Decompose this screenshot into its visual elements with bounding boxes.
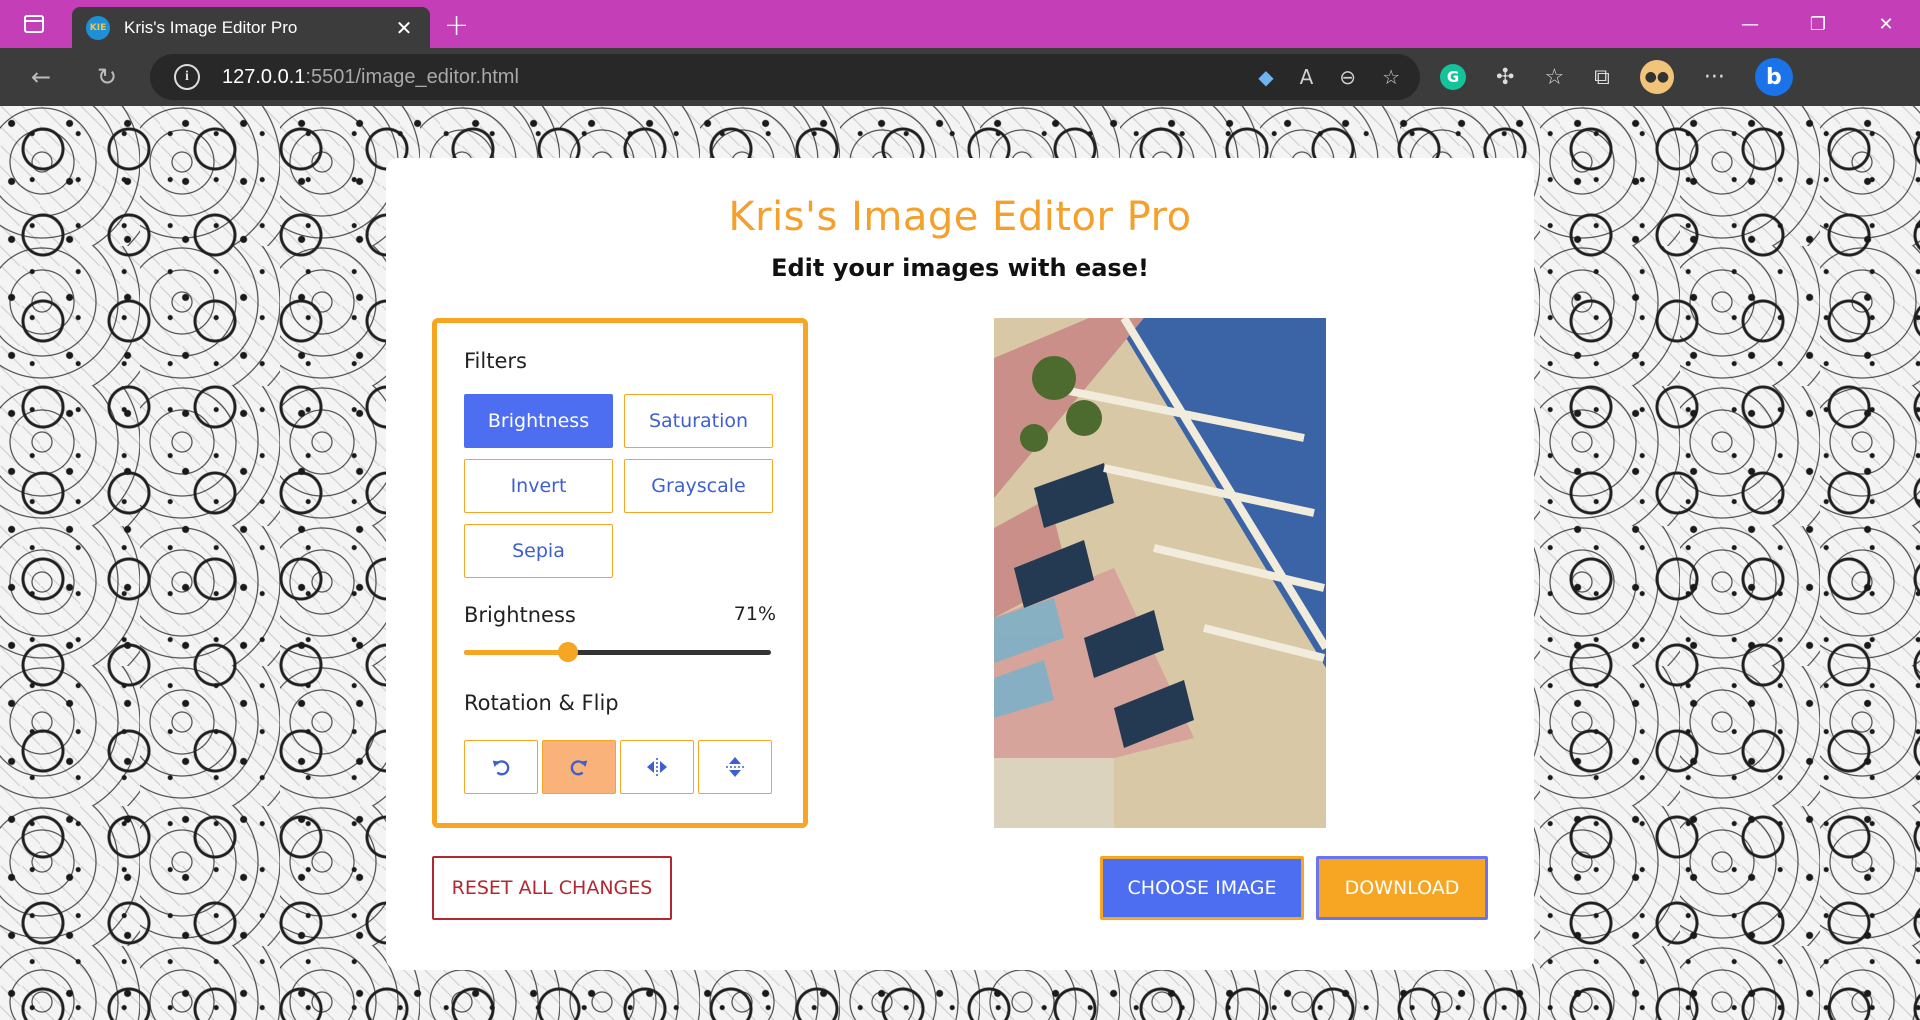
building-photo [994,318,1326,828]
new-tab-icon[interactable]: + [444,8,469,43]
close-tab-icon[interactable]: ✕ [392,16,416,40]
image-preview [994,318,1326,828]
close-window-icon[interactable]: ✕ [1852,0,1920,48]
browser-toolbar: ← ↻ i 127.0.0.1:5501/image_editor.html ◆… [0,48,1920,106]
filter-grayscale-button[interactable]: Grayscale [624,459,773,513]
download-button[interactable]: DOWNLOAD [1316,856,1488,920]
extensions-area: G ✣ ☆ ⧉ ●● ··· b [1440,48,1793,106]
page-subtitle: Edit your images with ease! [771,254,1149,282]
grammarly-icon[interactable]: G [1440,64,1466,90]
window-controls: — ❐ ✕ [1716,0,1920,48]
site-favicon-icon: KIE [86,15,110,40]
rotation-buttons [464,740,774,794]
filter-invert-button[interactable]: Invert [464,459,613,513]
back-icon[interactable]: ← [26,62,56,92]
shopping-tag-icon[interactable]: ◆ [1258,65,1273,89]
slider-thumb[interactable] [558,642,579,662]
collections-icon[interactable]: ⧉ [1594,65,1610,90]
slider-value: 71% [733,603,776,625]
filter-brightness-button[interactable]: Brightness [464,394,613,448]
browser-tab[interactable]: KIE Kris's Image Editor Pro ✕ [72,7,430,48]
site-info-icon[interactable]: i [174,64,200,90]
rotate-right-button[interactable] [542,740,616,794]
url-host: 127.0.0.1 [222,65,306,88]
page-title: Kris's Image Editor Pro [728,194,1192,240]
zoom-out-icon[interactable]: ⊖ [1339,65,1356,89]
controls-panel: Filters Brightness Saturation Invert Gra… [432,318,808,828]
slider-fill [464,650,569,655]
editor-card: Kris's Image Editor Pro Edit your images… [386,158,1534,970]
flip-horizontal-icon [647,758,667,776]
address-bar[interactable]: i 127.0.0.1:5501/image_editor.html ◆ A ⊖… [150,54,1420,100]
filter-sepia-button[interactable]: Sepia [464,524,613,578]
choose-image-button[interactable]: CHOOSE IMAGE [1100,856,1304,920]
favorites-icon[interactable]: ☆ [1544,65,1564,90]
add-favorite-icon[interactable]: ☆ [1382,65,1400,89]
tab-actions-icon[interactable] [22,12,46,36]
rotate-left-button[interactable] [464,740,538,794]
browser-title-bar: KIE Kris's Image Editor Pro ✕ + — ❐ ✕ [0,0,1920,48]
minimize-icon[interactable]: — [1716,0,1784,48]
read-aloud-icon[interactable]: A [1300,65,1314,89]
rotate-right-icon [570,760,588,776]
url-text[interactable]: 127.0.0.1:5501/image_editor.html [222,66,519,89]
more-menu-icon[interactable]: ··· [1704,65,1725,90]
refresh-icon[interactable]: ↻ [92,62,122,92]
filter-saturation-button[interactable]: Saturation [624,394,773,448]
slider-name: Brightness [464,603,576,627]
restore-icon[interactable]: ❐ [1784,0,1852,48]
brightness-slider[interactable] [464,642,771,662]
reset-all-button[interactable]: RESET ALL CHANGES [432,856,672,920]
bing-copilot-icon[interactable]: b [1754,58,1793,96]
flip-vertical-icon [726,757,744,777]
rotate-left-icon [492,760,510,776]
flip-vertical-button[interactable] [698,740,772,794]
flip-horizontal-button[interactable] [620,740,694,794]
profile-avatar[interactable]: ●● [1639,60,1674,94]
extensions-icon[interactable]: ✣ [1496,65,1514,90]
address-bar-icons: ◆ A ⊖ ☆ [1258,54,1400,100]
filters-heading: Filters [464,349,527,373]
tab-title: Kris's Image Editor Pro [124,17,298,37]
rotation-heading: Rotation & Flip [464,691,619,715]
url-path: :5501/image_editor.html [305,65,519,88]
page-viewport: Kris's Image Editor Pro Edit your images… [0,106,1920,1020]
